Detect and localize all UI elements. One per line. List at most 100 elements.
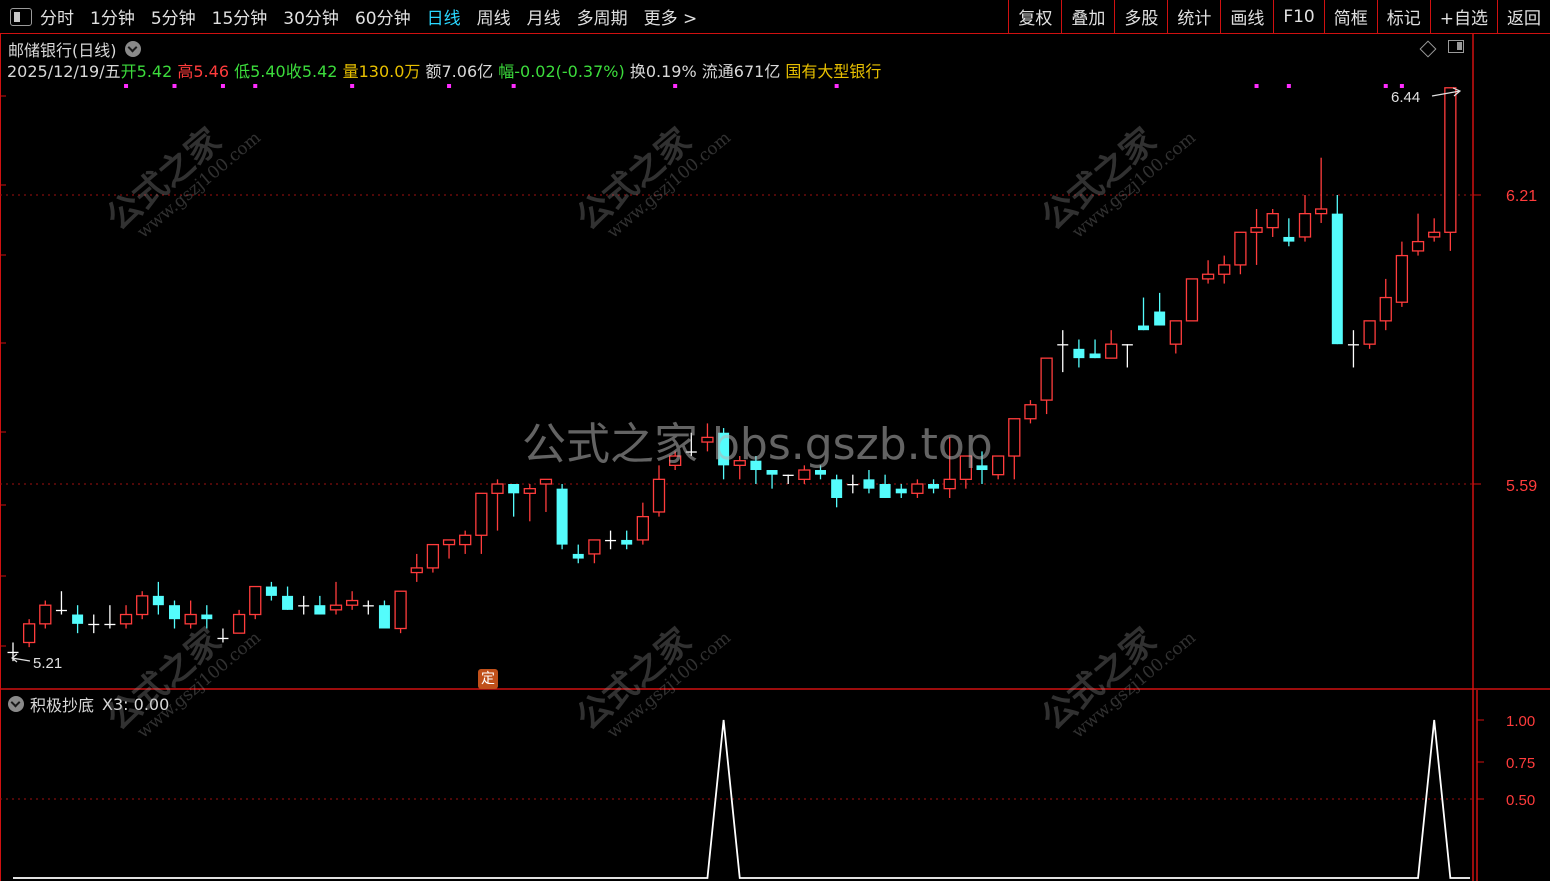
- candle-body[interactable]: [1234, 231, 1247, 266]
- add-favorite-button[interactable]: +自选: [1429, 0, 1497, 33]
- candle-body[interactable]: [1169, 320, 1182, 345]
- stats-button[interactable]: 统计: [1167, 0, 1220, 33]
- chevron-down-icon[interactable]: [124, 41, 141, 57]
- fuquan-button[interactable]: 复权: [1008, 0, 1061, 33]
- candle-body[interactable]: [1428, 231, 1441, 238]
- candlestick-series[interactable]: [7, 87, 1457, 662]
- candle-body[interactable]: [22, 623, 36, 644]
- candle-body[interactable]: [265, 586, 277, 596]
- candle-body[interactable]: [394, 590, 407, 630]
- candle-body[interactable]: [669, 455, 682, 467]
- candle-body[interactable]: [39, 604, 52, 625]
- candle-body[interactable]: [378, 605, 390, 629]
- simple-frame-button[interactable]: 简框: [1323, 0, 1377, 33]
- candle-body[interactable]: [491, 483, 504, 494]
- candle-body[interactable]: [782, 474, 794, 476]
- tab-weekly[interactable]: 周线: [477, 4, 511, 29]
- candle-body[interactable]: [1379, 296, 1392, 322]
- candle-body[interactable]: [1057, 344, 1069, 346]
- tab-1min[interactable]: 1分钟: [90, 4, 135, 29]
- candle-body[interactable]: [459, 534, 472, 546]
- diamond-icon[interactable]: [1419, 40, 1437, 58]
- candle-body[interactable]: [879, 484, 891, 498]
- candle-body[interactable]: [1024, 404, 1037, 420]
- candle-body[interactable]: [362, 605, 374, 607]
- candle-body[interactable]: [847, 484, 859, 486]
- tab-more[interactable]: 更多 >: [644, 4, 698, 29]
- signal-badge[interactable]: 定: [478, 669, 498, 689]
- candle-body[interactable]: [1363, 320, 1376, 345]
- candle-body[interactable]: [1040, 357, 1053, 401]
- candle-body[interactable]: [169, 605, 180, 620]
- candle-body[interactable]: [863, 479, 875, 489]
- mark-button[interactable]: 标记: [1376, 0, 1430, 33]
- candle-body[interactable]: [718, 432, 730, 466]
- candle-body[interactable]: [652, 478, 666, 513]
- f10-button[interactable]: F10: [1273, 0, 1323, 33]
- candle-body[interactable]: [329, 604, 343, 611]
- candle-body[interactable]: [1266, 212, 1279, 229]
- candle-body[interactable]: [475, 492, 488, 536]
- candle-body[interactable]: [621, 539, 633, 545]
- candle-body[interactable]: [1089, 353, 1101, 359]
- candle-body[interactable]: [136, 595, 149, 616]
- candle-body[interactable]: [345, 599, 359, 606]
- candle-body[interactable]: [895, 488, 907, 494]
- tab-15min[interactable]: 15分钟: [212, 4, 268, 29]
- tab-30min[interactable]: 30分钟: [283, 4, 339, 29]
- candle-body[interactable]: [798, 469, 811, 480]
- candle-body[interactable]: [201, 614, 213, 620]
- candle-body[interactable]: [588, 539, 601, 555]
- candle-body[interactable]: [976, 465, 988, 471]
- candle-body[interactable]: [88, 623, 100, 626]
- candle-body[interactable]: [508, 484, 520, 494]
- candle-body[interactable]: [605, 539, 617, 542]
- candle-body[interactable]: [1218, 264, 1231, 275]
- candle-body[interactable]: [282, 595, 294, 610]
- candle-body[interactable]: [750, 460, 762, 471]
- candle-body[interactable]: [911, 483, 924, 494]
- candle-body[interactable]: [1073, 348, 1085, 359]
- sidebar-toggle-icon[interactable]: [10, 7, 32, 26]
- candle-body[interactable]: [766, 470, 778, 475]
- candle-body[interactable]: [1411, 240, 1425, 252]
- candle-body[interactable]: [314, 605, 326, 615]
- candle-body[interactable]: [539, 478, 553, 485]
- candle-body[interactable]: [1008, 418, 1021, 457]
- candle-body[interactable]: [298, 605, 310, 607]
- candle-body[interactable]: [217, 637, 229, 640]
- candle-body[interactable]: [685, 451, 697, 453]
- candle-body[interactable]: [636, 515, 649, 541]
- candle-body[interactable]: [943, 478, 956, 490]
- candle-body[interactable]: [104, 623, 116, 626]
- candle-body[interactable]: [572, 553, 584, 559]
- tab-fenshi[interactable]: 分时: [40, 4, 74, 29]
- candle-body[interactable]: [1444, 87, 1457, 233]
- tab-daily[interactable]: 日线: [427, 4, 461, 29]
- candle-body[interactable]: [1138, 325, 1149, 331]
- chart-canvas[interactable]: 6.21 5.59 1.00 0.75 0.50 6.44 5.21: [0, 0, 1550, 881]
- candle-body[interactable]: [7, 651, 19, 654]
- candle-body[interactable]: [232, 613, 246, 634]
- candle-body[interactable]: [1347, 344, 1359, 346]
- candle-body[interactable]: [959, 455, 972, 480]
- candle-body[interactable]: [442, 539, 456, 546]
- candle-body[interactable]: [1331, 213, 1343, 345]
- candle-body[interactable]: [72, 614, 84, 624]
- candle-body[interactable]: [701, 436, 714, 443]
- candle-body[interactable]: [556, 488, 568, 545]
- candle-body[interactable]: [119, 613, 133, 625]
- tab-multi-period[interactable]: 多周期: [577, 4, 628, 29]
- back-button[interactable]: 返回: [1497, 0, 1550, 33]
- candle-body[interactable]: [523, 488, 536, 494]
- candle-body[interactable]: [1201, 273, 1215, 280]
- panel-toggle-icon[interactable]: [1448, 40, 1464, 53]
- candle-body[interactable]: [1298, 212, 1312, 238]
- tab-5min[interactable]: 5分钟: [151, 4, 196, 29]
- chevron-down-icon[interactable]: [8, 696, 24, 712]
- candle-body[interactable]: [1250, 226, 1263, 233]
- candle-body[interactable]: [992, 455, 1005, 476]
- tab-monthly[interactable]: 月线: [527, 4, 561, 29]
- candle-body[interactable]: [815, 470, 826, 475]
- candle-body[interactable]: [733, 460, 746, 467]
